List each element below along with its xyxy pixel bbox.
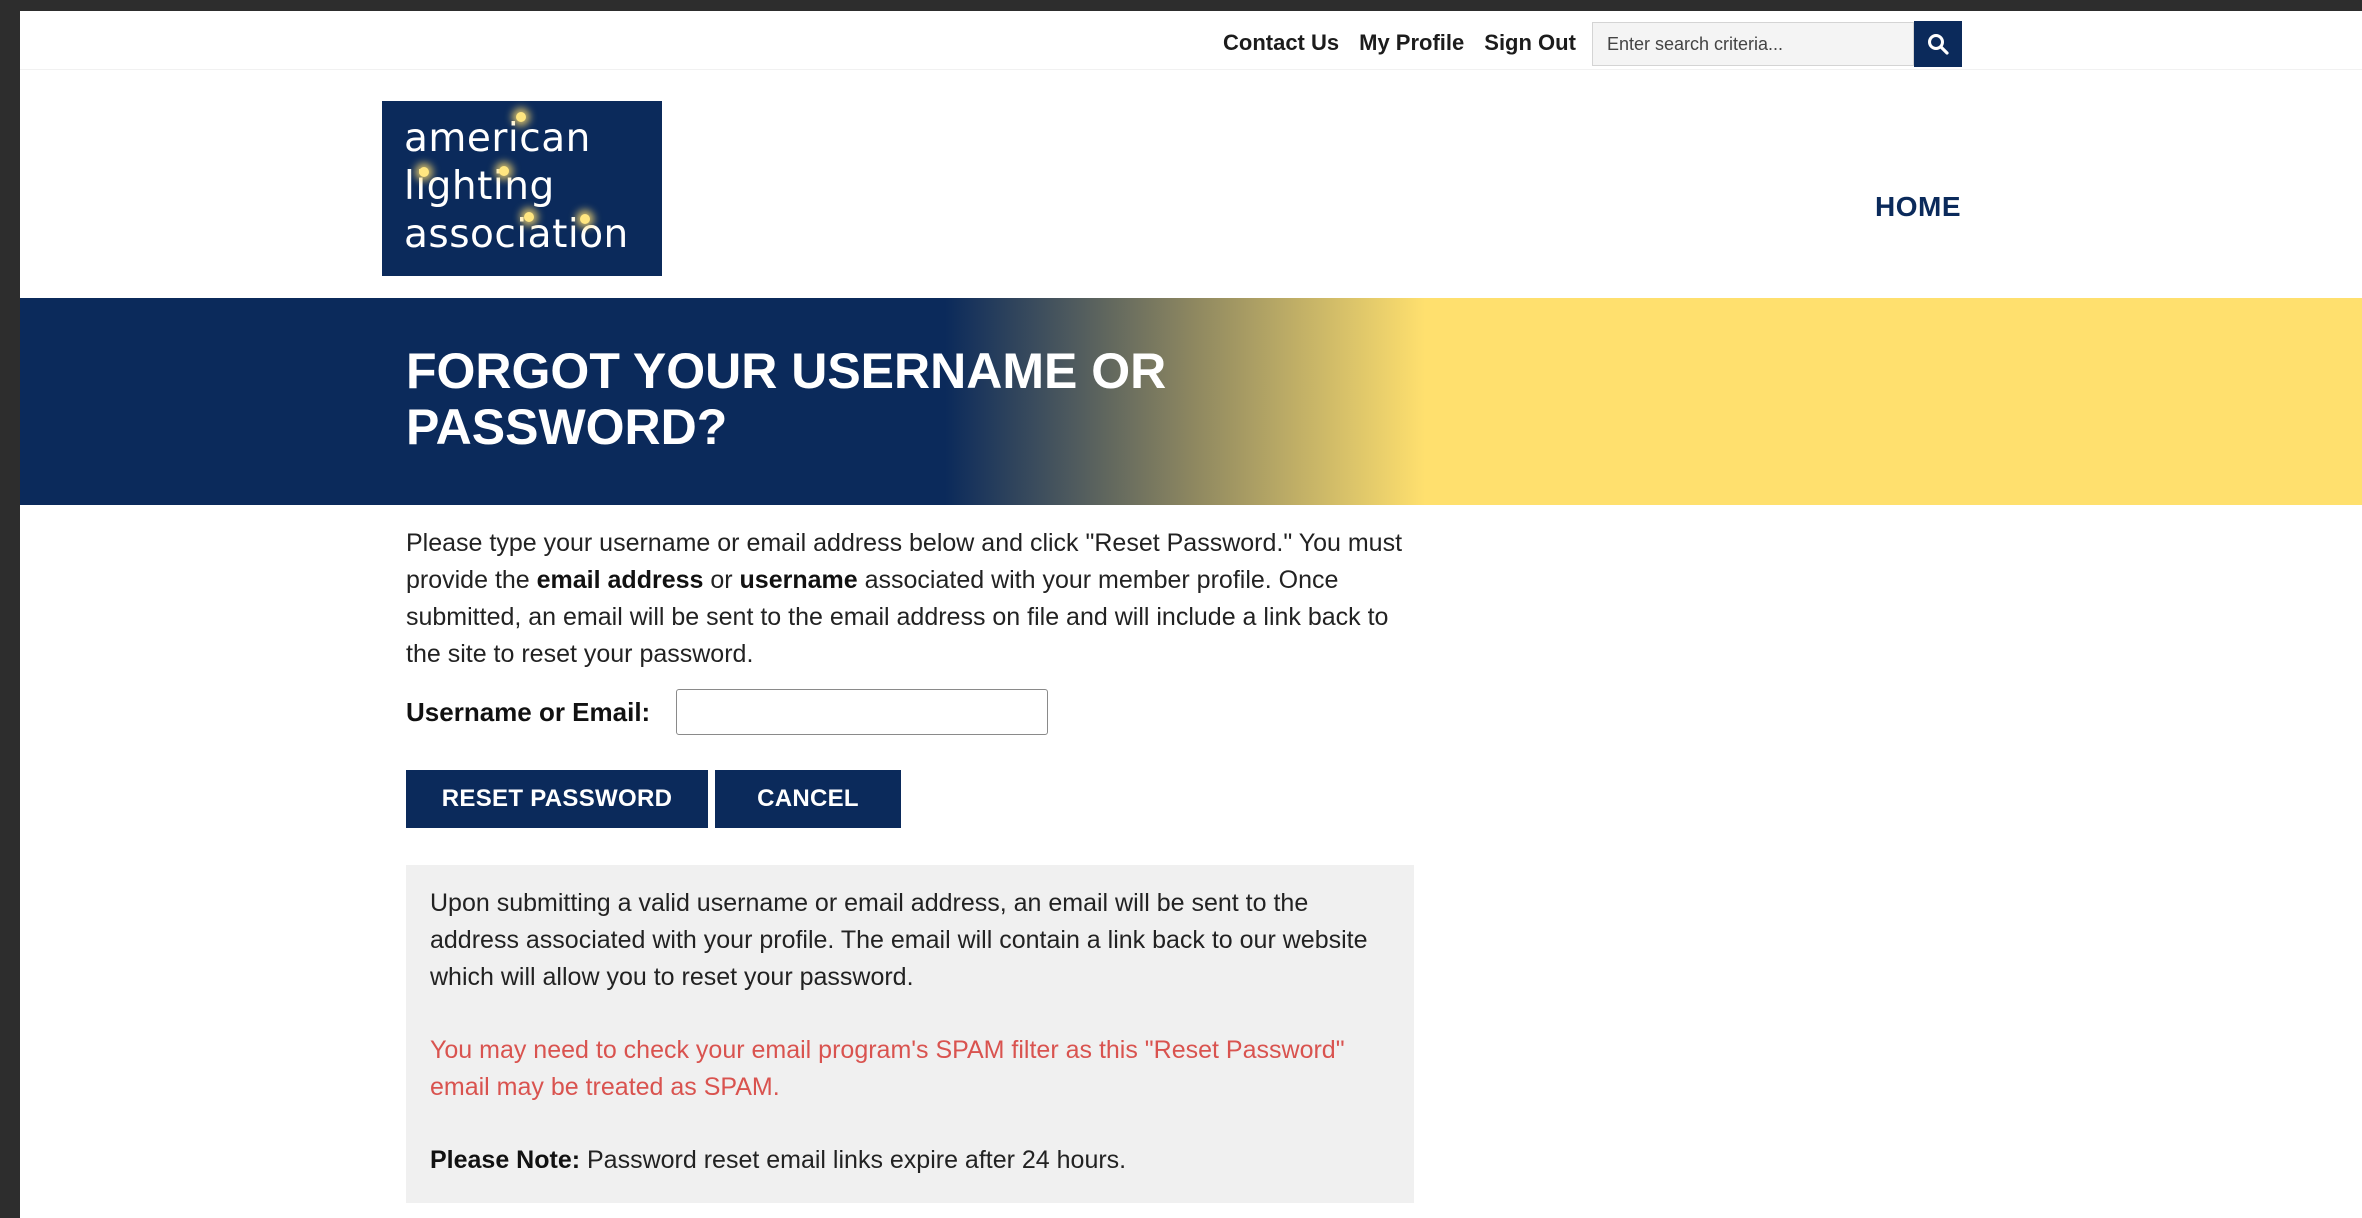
logo-light-dot	[580, 214, 590, 224]
page: Contact Us My Profile Sign Out american …	[20, 11, 2362, 1218]
notice-text: Upon submitting a valid username or emai…	[430, 889, 1368, 991]
intro-bold-username: username	[739, 566, 858, 594]
utility-links: Contact Us My Profile Sign Out	[1223, 29, 1576, 57]
my-profile-link[interactable]: My Profile	[1359, 29, 1464, 57]
logo-wordmark: american lighting association	[404, 115, 629, 259]
logo-line-1: american	[404, 116, 591, 161]
logo-light-dot	[516, 112, 526, 122]
spam-warning: You may need to check your email program…	[430, 1036, 1345, 1101]
main-nav: HOME	[1875, 191, 1961, 223]
search-button[interactable]	[1914, 21, 1962, 67]
contact-us-link[interactable]: Contact Us	[1223, 29, 1339, 57]
search-input[interactable]	[1592, 22, 1914, 66]
logo-light-dot	[499, 166, 509, 176]
search-icon	[1928, 34, 1949, 55]
intro-part-2: or	[703, 566, 740, 594]
reset-password-button[interactable]: RESET PASSWORD	[406, 770, 708, 828]
intro-bold-email: email address	[536, 566, 704, 594]
sign-out-link[interactable]: Sign Out	[1484, 29, 1576, 57]
note-text: Password reset email links expire after …	[580, 1146, 1127, 1174]
page-title: FORGOT YOUR USERNAME OR PASSWORD?	[406, 343, 1167, 455]
utility-bar: Contact Us My Profile Sign Out	[20, 11, 2362, 70]
logo-line-2: lighting	[404, 164, 555, 209]
logo-line-3: association	[404, 212, 629, 257]
form-buttons: RESET PASSWORD CANCEL	[406, 770, 1416, 828]
username-label: Username or Email:	[406, 696, 651, 727]
page-banner: FORGOT YOUR USERNAME OR PASSWORD?	[20, 298, 2362, 505]
expiry-note: Please Note: Password reset email links …	[430, 1142, 1390, 1179]
info-notice: Upon submitting a valid username or emai…	[406, 865, 1414, 1203]
note-label: Please Note:	[430, 1146, 581, 1174]
intro-text: Please type your username or email addre…	[406, 525, 1416, 673]
cancel-button[interactable]: CANCEL	[715, 770, 901, 828]
main-content: Please type your username or email addre…	[406, 525, 1416, 1203]
username-field-row: Username or Email:	[406, 689, 1416, 735]
logo-light-dot	[419, 167, 429, 177]
username-email-input[interactable]	[676, 689, 1048, 735]
nav-home-link[interactable]: HOME	[1875, 191, 1961, 222]
search-bar	[1592, 21, 1962, 67]
logo-light-dot	[524, 212, 534, 222]
site-logo[interactable]: american lighting association	[382, 101, 662, 276]
